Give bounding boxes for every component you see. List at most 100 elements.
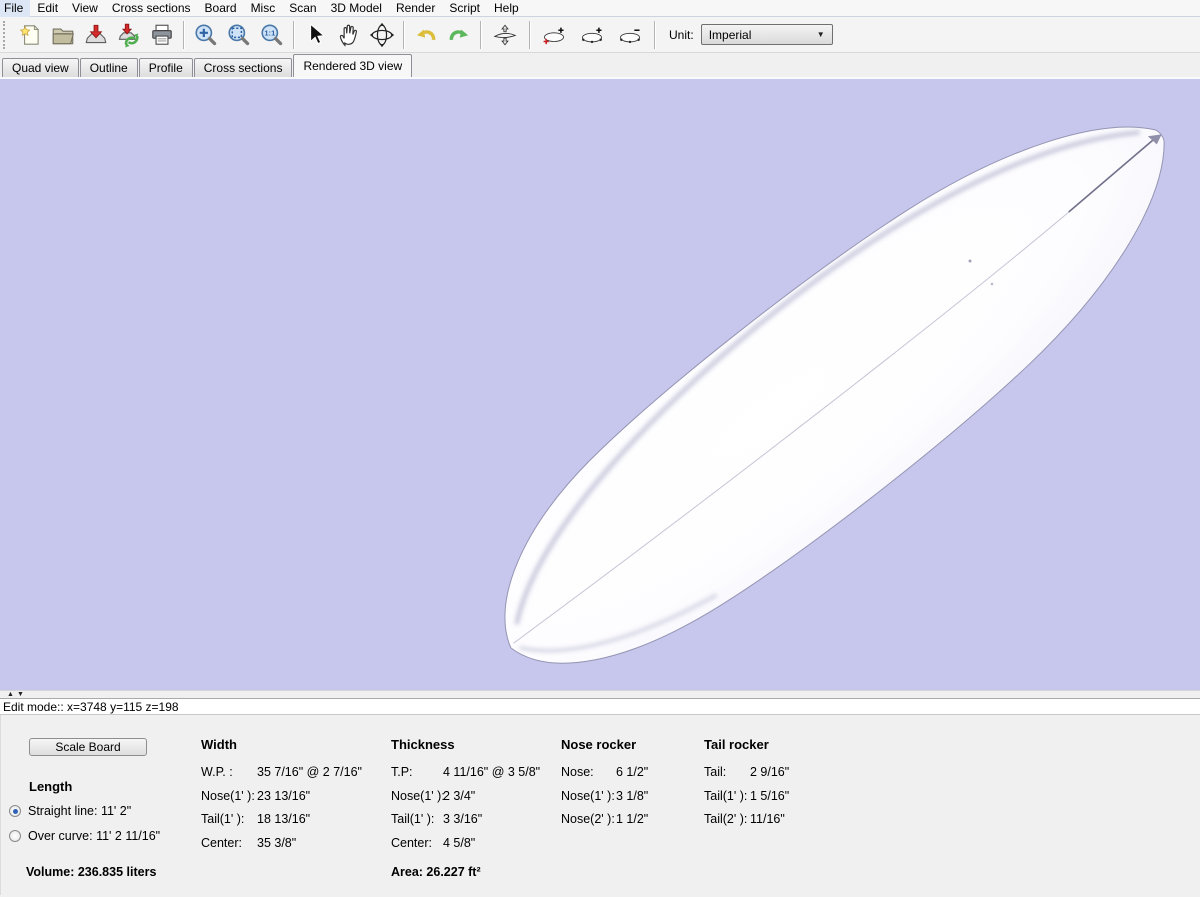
over-curve-radio[interactable]: Over curve: 11' 2 11/16"	[9, 829, 160, 843]
hand-icon	[336, 22, 362, 48]
toolbar-grip[interactable]	[3, 21, 8, 49]
nose-rocker-row: Nose(2' ):1 1/2"	[561, 812, 648, 827]
menu-cross-sections[interactable]: Cross sections	[105, 0, 198, 17]
undo-button[interactable]	[409, 19, 442, 51]
tab-cross-sections[interactable]: Cross sections	[194, 58, 293, 77]
scale-board-button[interactable]: Scale Board	[29, 738, 147, 756]
export-refresh-button[interactable]	[112, 19, 145, 51]
svg-text:1:1: 1:1	[264, 28, 275, 37]
flip-cross-section-icon	[492, 22, 518, 48]
tab-rendered-3d-view[interactable]: Rendered 3D view	[293, 54, 412, 77]
toolbar-separator	[183, 21, 184, 49]
add-cross-section-icon	[541, 22, 567, 48]
viewport-3d[interactable]	[0, 77, 1200, 690]
add-cross-section-button[interactable]	[535, 19, 573, 51]
nose-rocker-column: Nose rocker Nose:6 1/2" Nose(1' ):3 1/8"…	[561, 737, 648, 836]
toolbar: 1:1	[0, 17, 1200, 53]
thickness-tail-row: Tail(1' ):3 3/16"	[391, 812, 540, 827]
open-folder-icon	[50, 22, 76, 48]
width-nose-row: Nose(1' ):23 13/16"	[201, 789, 362, 804]
chevron-down-icon: ▼	[817, 30, 825, 39]
zoom-in-icon	[193, 22, 219, 48]
rotate-3d-tool-button[interactable]	[365, 19, 398, 51]
menu-scan[interactable]: Scan	[282, 0, 323, 17]
printer-icon	[149, 22, 175, 48]
redo-arrow-icon	[446, 22, 472, 48]
width-heading: Width	[201, 737, 362, 752]
delete-control-point-icon	[617, 22, 643, 48]
tab-outline[interactable]: Outline	[80, 58, 138, 77]
export-button[interactable]	[79, 19, 112, 51]
length-heading: Length	[29, 779, 72, 794]
splitter-down-icon[interactable]: ▼	[17, 692, 24, 698]
over-curve-label: Over curve: 11' 2 11/16"	[28, 829, 160, 843]
width-center-row: Center:35 3/8"	[201, 836, 362, 851]
menu-edit[interactable]: Edit	[30, 0, 65, 17]
tab-bar: Quad view Outline Profile Cross sections…	[0, 53, 1200, 77]
menu-board[interactable]: Board	[198, 0, 244, 17]
new-document-icon	[17, 22, 43, 48]
flip-cross-section-button[interactable]	[486, 19, 524, 51]
surfboard-outline	[444, 79, 1200, 690]
menu-bar: File Edit View Cross sections Board Misc…	[0, 0, 1200, 17]
redo-button[interactable]	[442, 19, 475, 51]
thickness-heading: Thickness	[391, 737, 540, 752]
straight-line-label: Straight line: 11' 2"	[28, 804, 131, 818]
thickness-nose-row: Nose(1' ):2 3/4"	[391, 789, 540, 804]
print-button[interactable]	[145, 19, 178, 51]
menu-misc[interactable]: Misc	[244, 0, 283, 17]
width-wp-row: W.P. :35 7/16" @ 2 7/16"	[201, 765, 362, 780]
unit-value: Imperial	[709, 28, 752, 42]
add-control-point-button[interactable]	[573, 19, 611, 51]
nose-rocker-row: Nose:6 1/2"	[561, 765, 648, 780]
menu-script[interactable]: Script	[442, 0, 487, 17]
splitter-up-icon[interactable]: ▲	[7, 692, 14, 698]
menu-render[interactable]: Render	[389, 0, 442, 17]
tail-rocker-column: Tail rocker Tail:2 9/16" Tail(1' ):1 5/1…	[704, 737, 789, 836]
menu-file[interactable]: File	[0, 0, 30, 17]
open-button[interactable]	[46, 19, 79, 51]
nose-rocker-row: Nose(1' ):3 1/8"	[561, 789, 648, 804]
toolbar-separator	[480, 21, 481, 49]
radio-selected-icon[interactable]	[9, 805, 21, 817]
zoom-in-button[interactable]	[189, 19, 222, 51]
unit-select[interactable]: Imperial ▼	[701, 24, 833, 45]
toolbar-separator	[654, 21, 655, 49]
thickness-center-row: Center:4 5/8"	[391, 836, 540, 851]
add-control-point-icon	[579, 22, 605, 48]
straight-line-radio[interactable]: Straight line: 11' 2"	[9, 804, 131, 818]
area-readout: Area: 26.227 ft²	[391, 865, 481, 879]
zoom-one-to-one-icon: 1:1	[259, 22, 285, 48]
nose-rocker-heading: Nose rocker	[561, 737, 648, 752]
thickness-tp-row: T.P:4 11/16" @ 3 5/8"	[391, 765, 540, 780]
select-tool-button[interactable]	[299, 19, 332, 51]
menu-help[interactable]: Help	[487, 0, 526, 17]
status-text: Edit mode:: x=3748 y=115 z=198	[3, 700, 179, 714]
tail-rocker-row: Tail(2' ):11/16"	[704, 812, 789, 827]
tail-rocker-heading: Tail rocker	[704, 737, 789, 752]
pan-tool-button[interactable]	[332, 19, 365, 51]
splitter-handle[interactable]: ▲ ▼	[0, 690, 1200, 698]
tab-quad-view[interactable]: Quad view	[2, 58, 79, 77]
toolbar-separator	[403, 21, 404, 49]
orbit-icon	[369, 22, 395, 48]
zoom-extents-button[interactable]	[222, 19, 255, 51]
radio-unselected-icon[interactable]	[9, 830, 21, 842]
export-arrow-icon	[83, 22, 109, 48]
tab-profile[interactable]: Profile	[139, 58, 193, 77]
menu-view[interactable]: View	[65, 0, 105, 17]
delete-control-point-button[interactable]	[611, 19, 649, 51]
surface-speck	[991, 283, 994, 286]
measurements-panel: Scale Board Length Straight line: 11' 2"…	[0, 715, 1200, 895]
toolbar-separator	[293, 21, 294, 49]
width-column: Width W.P. :35 7/16" @ 2 7/16" Nose(1' )…	[201, 737, 362, 859]
menu-3d-model[interactable]: 3D Model	[324, 0, 389, 17]
zoom-actual-size-button[interactable]: 1:1	[255, 19, 288, 51]
status-bar: Edit mode:: x=3748 y=115 z=198	[0, 698, 1200, 715]
new-board-button[interactable]	[13, 19, 46, 51]
cursor-arrow-icon	[303, 22, 329, 48]
tail-rocker-row: Tail(1' ):1 5/16"	[704, 789, 789, 804]
unit-label: Unit:	[669, 28, 694, 42]
surfboard-3d-render	[0, 79, 1200, 690]
undo-arrow-icon	[413, 22, 439, 48]
